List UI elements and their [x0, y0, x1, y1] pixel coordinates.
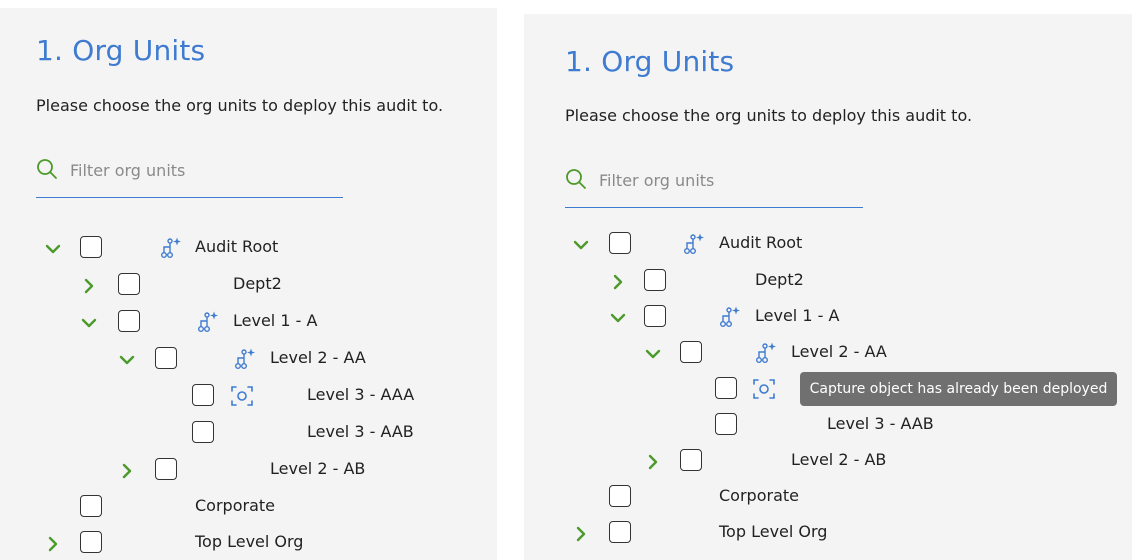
- checkbox[interactable]: [118, 310, 140, 332]
- tree-row-top-level-org: Top Level Org: [524, 519, 1132, 549]
- chevron-right-icon[interactable]: [609, 273, 627, 291]
- tree-row-audit-root: Audit Root: [524, 230, 1132, 260]
- checkbox[interactable]: [715, 377, 737, 399]
- filter-field: [565, 164, 863, 208]
- org-hierarchy-icon: [756, 342, 776, 364]
- filter-org-units-input[interactable]: [599, 164, 849, 196]
- tree-label[interactable]: Dept2: [233, 274, 282, 293]
- org-hierarchy-icon: [235, 348, 255, 370]
- checkbox[interactable]: [609, 521, 631, 543]
- tree-row-corporate: Corporate: [524, 483, 1132, 513]
- tree-row-dept2: Dept2: [0, 271, 497, 301]
- tree-label[interactable]: Level 3 - AAB: [827, 414, 934, 433]
- tree-row-dept2: Dept2: [524, 267, 1132, 297]
- chevron-down-icon[interactable]: [572, 236, 590, 254]
- checkbox[interactable]: [644, 305, 666, 327]
- search-icon: [37, 159, 57, 179]
- tree-row-audit-root: Audit Root: [0, 234, 497, 264]
- tree-row-level-3-aab: Level 3 - AAB: [0, 419, 497, 449]
- chevron-down-icon[interactable]: [609, 309, 627, 327]
- tree-label[interactable]: Level 2 - AA: [791, 342, 887, 361]
- chevron-down-icon[interactable]: [44, 240, 62, 258]
- checkbox[interactable]: [118, 273, 140, 295]
- tree-row-level-2-aa: Level 2 - AA: [0, 345, 497, 375]
- org-hierarchy-icon: [161, 237, 181, 259]
- tree-row-corporate: Corporate: [0, 493, 497, 523]
- panel-description: Please choose the org units to deploy th…: [36, 96, 444, 115]
- checkbox[interactable]: [715, 413, 737, 435]
- checkbox[interactable]: [80, 531, 102, 553]
- tree-row-level-2-ab: Level 2 - AB: [0, 456, 497, 486]
- search-icon: [566, 169, 586, 189]
- panel-title: 1. Org Units: [565, 45, 735, 78]
- chevron-down-icon[interactable]: [80, 314, 98, 332]
- tree-row-top-level-org: Top Level Org: [0, 529, 497, 559]
- org-hierarchy-icon: [198, 311, 218, 333]
- panel-title: 1. Org Units: [36, 34, 206, 67]
- tree-label[interactable]: Level 2 - AA: [270, 348, 366, 367]
- tree-row-level-2-ab: Level 2 - AB: [524, 447, 1132, 477]
- chevron-right-icon[interactable]: [572, 525, 590, 543]
- checkbox[interactable]: [609, 485, 631, 507]
- filter-field: [36, 154, 343, 198]
- tree-label[interactable]: Audit Root: [719, 233, 802, 252]
- panel-description: Please choose the org units to deploy th…: [565, 106, 973, 125]
- checkbox[interactable]: [609, 232, 631, 254]
- chevron-right-icon[interactable]: [118, 462, 136, 480]
- tree-row-level-1-a: Level 1 - A: [524, 303, 1132, 333]
- tree-label[interactable]: Dept2: [755, 270, 804, 289]
- tree-label[interactable]: Level 1 - A: [233, 311, 317, 330]
- tree-row-level-3-aaa: Level 3 - AAA: [0, 382, 497, 412]
- checkbox[interactable]: [80, 236, 102, 258]
- tree-row-level-1-a: Level 1 - A: [0, 308, 497, 338]
- org-hierarchy-icon: [684, 233, 704, 255]
- tree-label[interactable]: Level 2 - AB: [270, 459, 365, 478]
- capture-object-icon[interactable]: [230, 384, 254, 408]
- org-units-panel-right: 1. Org Units Please choose the org units…: [524, 14, 1132, 560]
- chevron-right-icon[interactable]: [644, 453, 662, 471]
- tree-row-level-2-aa: Level 2 - AA: [524, 339, 1132, 369]
- tooltip: Capture object has already been deployed: [800, 372, 1117, 406]
- checkbox[interactable]: [644, 269, 666, 291]
- checkbox[interactable]: [155, 458, 177, 480]
- chevron-down-icon[interactable]: [644, 345, 662, 363]
- tree-label[interactable]: Top Level Org: [195, 532, 303, 551]
- tree-label[interactable]: Corporate: [195, 496, 275, 515]
- checkbox[interactable]: [680, 341, 702, 363]
- tree-label[interactable]: Top Level Org: [719, 522, 827, 541]
- tree-label[interactable]: Audit Root: [195, 237, 278, 256]
- checkbox[interactable]: [80, 495, 102, 517]
- org-units-panel-left: 1. Org Units Please choose the org units…: [0, 8, 497, 560]
- checkbox[interactable]: [155, 347, 177, 369]
- tree-row-level-3-aab: Level 3 - AAB: [524, 411, 1132, 441]
- capture-object-icon[interactable]: [752, 377, 776, 401]
- filter-org-units-input[interactable]: [70, 154, 320, 186]
- checkbox[interactable]: [192, 384, 214, 406]
- tree-label[interactable]: Level 3 - AAB: [307, 422, 414, 441]
- org-hierarchy-icon: [720, 306, 740, 328]
- tree-label[interactable]: Level 3 - AAA: [307, 385, 414, 404]
- chevron-down-icon[interactable]: [118, 351, 136, 369]
- checkbox[interactable]: [680, 449, 702, 471]
- tree-label[interactable]: Level 1 - A: [755, 306, 839, 325]
- checkbox[interactable]: [192, 421, 214, 443]
- chevron-right-icon[interactable]: [80, 277, 98, 295]
- tree-label[interactable]: Level 2 - AB: [791, 450, 886, 469]
- tree-label[interactable]: Corporate: [719, 486, 799, 505]
- chevron-right-icon[interactable]: [44, 535, 62, 553]
